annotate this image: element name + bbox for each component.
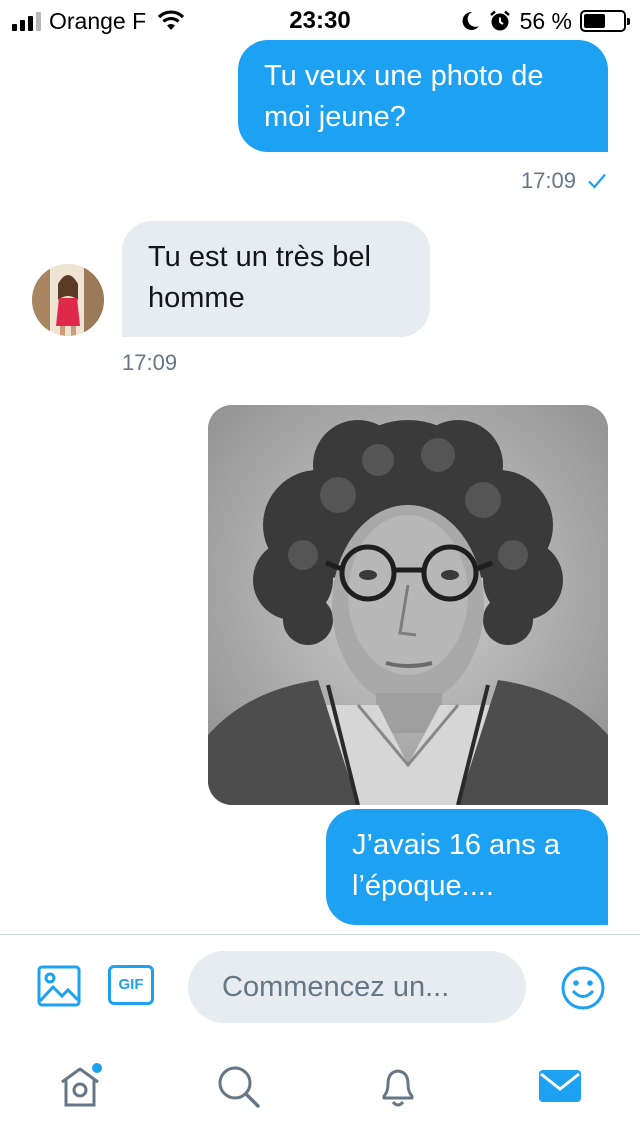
- search-icon: [218, 1066, 260, 1108]
- alarm-icon: [489, 10, 510, 31]
- emoji-icon[interactable]: [560, 965, 606, 1011]
- tab-bar: [0, 1038, 640, 1136]
- message-text: Tu est un très bel homme: [148, 241, 371, 314]
- envelope-icon: [539, 1070, 581, 1102]
- tab-messages[interactable]: [536, 1062, 584, 1110]
- photo-message[interactable]: [208, 405, 608, 805]
- message-time: 17:09: [520, 168, 576, 193]
- home-icon: [61, 1067, 99, 1107]
- status-bar: Orange F 23:30 56 %: [0, 0, 640, 40]
- tab-search[interactable]: [214, 1062, 262, 1110]
- message-composer: GIF: [0, 934, 640, 1038]
- notification-dot: [92, 1063, 102, 1073]
- conversation[interactable]: Tu veux une photo de moi jeune? 17:09 Tu…: [0, 40, 640, 934]
- tab-notifications[interactable]: [374, 1062, 422, 1110]
- battery-icon: [580, 10, 630, 32]
- message-bubble-sent[interactable]: J’avais 16 ans a l’époque....: [326, 809, 608, 925]
- message-bubble-sent[interactable]: Tu veux une photo de moi jeune?: [238, 40, 608, 152]
- tab-home[interactable]: [56, 1062, 104, 1110]
- moon-icon: [462, 11, 479, 30]
- message-text: Tu veux une photo de moi jeune?: [264, 60, 544, 133]
- bell-icon: [382, 1069, 414, 1107]
- gif-button[interactable]: GIF: [108, 965, 154, 1005]
- message-input[interactable]: [188, 951, 526, 1023]
- contact-avatar[interactable]: [32, 264, 104, 336]
- battery-percent: 56 %: [519, 7, 572, 34]
- read-check-icon: [588, 173, 606, 189]
- message-text: J’avais 16 ans a l’époque....: [352, 829, 560, 902]
- message-meta: 17:09: [521, 168, 608, 194]
- message-bubble-received[interactable]: Tu est un très bel homme: [122, 221, 430, 337]
- message-time: 17:09: [122, 350, 178, 375]
- status-right: 56 %: [460, 7, 630, 34]
- image-icon[interactable]: [36, 963, 82, 1009]
